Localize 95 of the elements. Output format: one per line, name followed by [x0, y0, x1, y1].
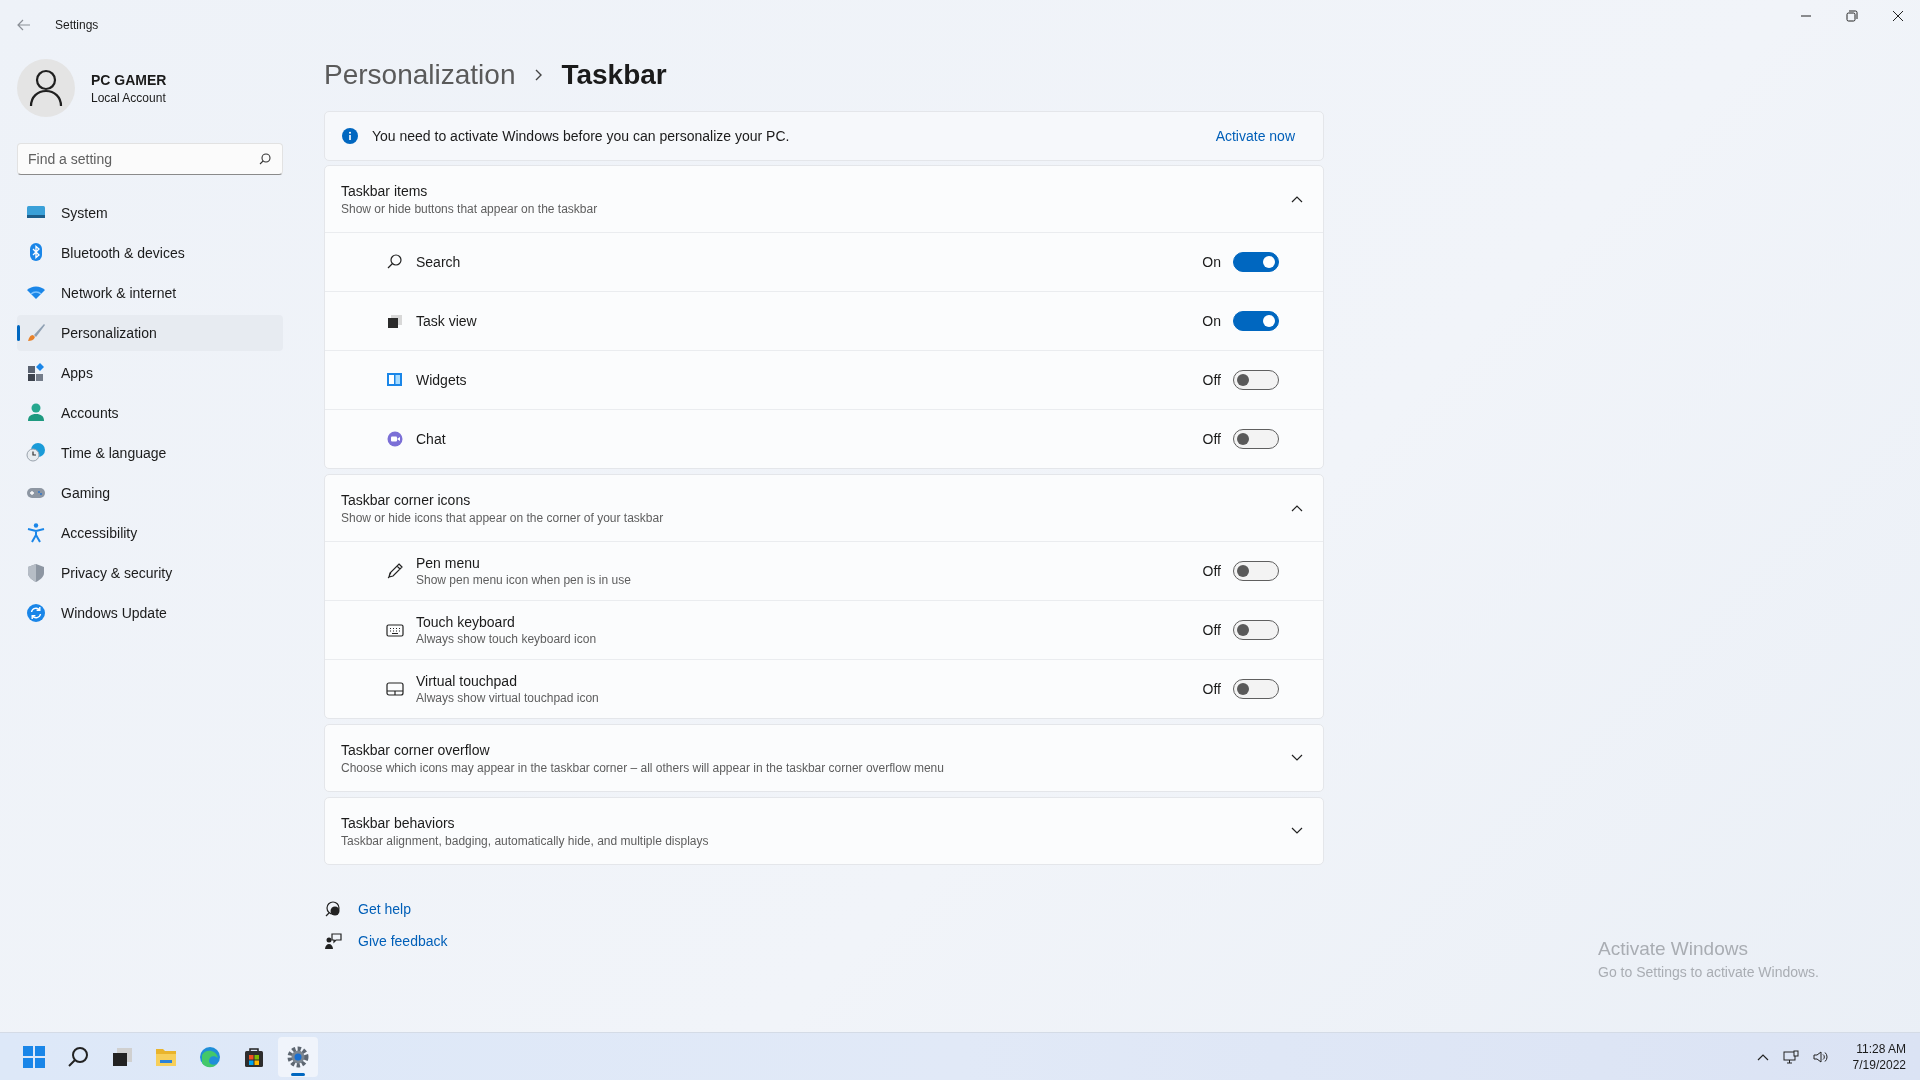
- nav-item[interactable]: Gaming: [17, 475, 283, 511]
- setting-label: Task view: [416, 313, 478, 329]
- activation-watermark-title: Activate Windows: [1598, 938, 1749, 960]
- section-description: Choose which icons may appear in the taskbar corner – all others will appear in the taskbar corner overflow menu: [341, 760, 945, 775]
- section-description: Taskbar alignment, badging, automatically hide, and multiple displays: [341, 833, 710, 848]
- setting-label: Widgets: [416, 372, 468, 388]
- task-view-icon: [386, 312, 404, 330]
- account-type: Local Account: [91, 90, 167, 105]
- accessibility-icon: [26, 523, 46, 543]
- search-icon: [386, 253, 404, 271]
- clock-time[interactable]: 11:28 AM: [1856, 1041, 1906, 1056]
- back-arrow-icon[interactable]: [17, 19, 31, 31]
- setting-label: Pen menu: [416, 555, 481, 571]
- toggle-state-label: Off: [1202, 563, 1221, 579]
- chevron-up-icon: [1291, 504, 1303, 512]
- setting-label: Search: [416, 254, 462, 270]
- search-icon: [259, 153, 271, 165]
- help-link[interactable]: Give feedback: [358, 933, 448, 949]
- nav-item[interactable]: System: [17, 195, 283, 231]
- person-icon: [26, 403, 46, 423]
- network-icon[interactable]: [1782, 1049, 1799, 1064]
- chevron-down-icon: [1291, 827, 1303, 835]
- chevron-up-icon[interactable]: [1756, 1052, 1769, 1061]
- help-link[interactable]: Get help: [358, 901, 411, 917]
- toggle-switch[interactable]: [1233, 620, 1279, 640]
- person-silhouette-icon: [29, 69, 63, 107]
- info-icon: [342, 128, 358, 144]
- section-description: Show or hide buttons that appear on the taskbar: [341, 201, 599, 216]
- nav-item[interactable]: Personalization: [17, 315, 283, 351]
- toggle-state-label: Off: [1202, 681, 1221, 697]
- page-title: Taskbar: [561, 59, 667, 91]
- section-title: Taskbar corner overflow: [341, 741, 491, 758]
- banner-message: You need to activate Windows before you can personalize your PC.: [372, 128, 791, 144]
- nav-item[interactable]: Accounts: [17, 395, 283, 431]
- nav-item[interactable]: Windows Update: [17, 595, 283, 631]
- activate-now-link[interactable]: Activate now: [1215, 128, 1295, 144]
- profile-name: PC GAMER: [91, 71, 167, 88]
- apps-icon: [26, 363, 46, 383]
- restore-icon[interactable]: [1846, 10, 1858, 22]
- shield-icon: [26, 563, 46, 583]
- close-icon[interactable]: [1892, 10, 1904, 22]
- section-header[interactable]: Taskbar corner icons Show or hide icons that appear on the corner of your taskbar: [325, 475, 1323, 541]
- setting-description: Always show virtual touchpad icon: [416, 691, 600, 705]
- nav-item[interactable]: Apps: [17, 355, 283, 391]
- widgets-icon: [386, 371, 404, 389]
- activation-watermark-message: Go to Settings to activate Windows.: [1598, 964, 1819, 980]
- nav-item[interactable]: Privacy & security: [17, 555, 283, 591]
- section-description: Show or hide icons that appear on the corner of your taskbar: [341, 510, 665, 525]
- nav-item[interactable]: Network & internet: [17, 275, 283, 311]
- chevron-up-icon: [1291, 195, 1303, 203]
- setting-label: Chat: [416, 431, 447, 447]
- setting-label: Virtual touchpad: [416, 673, 518, 689]
- globe-clock-icon: [26, 443, 46, 463]
- nav-item[interactable]: Time & language: [17, 435, 283, 471]
- section-title: Taskbar behaviors: [341, 814, 456, 831]
- toggle-switch[interactable]: [1233, 679, 1279, 699]
- search-field[interactable]: Find a setting: [17, 143, 283, 175]
- pen-icon: [386, 562, 404, 580]
- toggle-state-label: Off: [1202, 372, 1221, 388]
- setting-description: Always show touch keyboard icon: [416, 632, 598, 646]
- toggle-state-label: Off: [1202, 431, 1221, 447]
- chat-icon: [386, 430, 404, 448]
- search-icon: [66, 1044, 90, 1069]
- nav-item[interactable]: Accessibility: [17, 515, 283, 551]
- toggle-switch[interactable]: [1233, 561, 1279, 581]
- browser-icon: [198, 1044, 222, 1069]
- clock-date[interactable]: 7/19/2022: [1852, 1057, 1906, 1072]
- chevron-down-icon: [1291, 754, 1303, 762]
- paintbrush-icon: [26, 323, 46, 343]
- section-header[interactable]: Taskbar items Show or hide buttons that appear on the taskbar: [325, 166, 1323, 232]
- toggle-switch[interactable]: [1233, 370, 1279, 390]
- feedback-icon: [324, 932, 342, 950]
- section-title: Taskbar corner icons: [341, 491, 472, 508]
- chevron-right-icon: [533, 68, 544, 82]
- breadcrumb-link[interactable]: Personalization: [324, 59, 516, 91]
- speaker-icon[interactable]: [1812, 1049, 1829, 1064]
- toggle-switch[interactable]: [1233, 429, 1279, 449]
- windows-logo-icon: [22, 1044, 46, 1069]
- toggle-switch[interactable]: [1233, 311, 1279, 331]
- help-bubble-icon: [324, 900, 342, 918]
- keyboard-icon: [386, 621, 404, 639]
- toggle-state-label: On: [1202, 313, 1221, 329]
- toggle-state-label: On: [1202, 254, 1221, 270]
- toggle-switch[interactable]: [1233, 252, 1279, 272]
- setting-label: Touch keyboard: [416, 614, 516, 630]
- gear-icon: [286, 1044, 310, 1069]
- section-header[interactable]: Taskbar corner overflow Choose which icons may appear in the taskbar corner – all others will appear in the taskbar corner overflow menu: [325, 725, 1323, 791]
- sync-icon: [26, 603, 46, 623]
- nav-item[interactable]: Bluetooth & devices: [17, 235, 283, 271]
- setting-description: Show pen menu icon when pen is in use: [416, 573, 632, 587]
- window-title: Settings: [55, 18, 99, 32]
- touchpad-icon: [386, 680, 404, 698]
- section-title: Taskbar items: [341, 182, 429, 199]
- section-header[interactable]: Taskbar behaviors Taskbar alignment, badging, automatically hide, and multiple displays: [325, 798, 1323, 864]
- toggle-state-label: Off: [1202, 622, 1221, 638]
